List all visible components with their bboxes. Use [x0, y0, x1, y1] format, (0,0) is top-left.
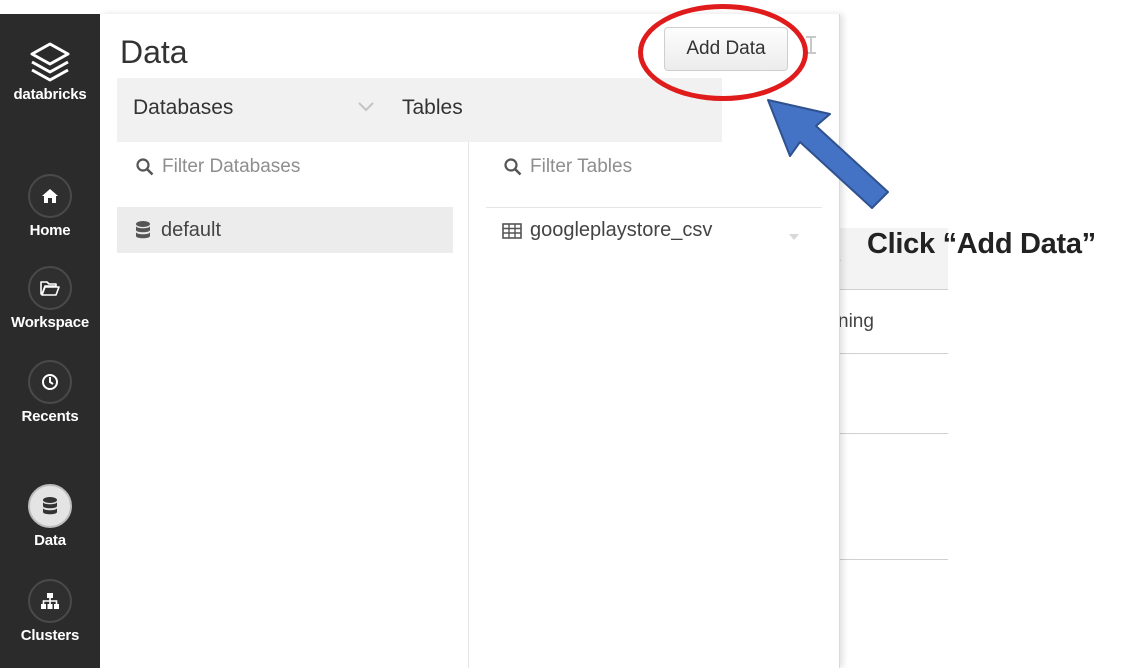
database-item-default[interactable]: default	[117, 207, 453, 253]
sidebar-item-label: Data	[34, 532, 66, 549]
database-icon	[28, 484, 72, 528]
folder-open-icon	[28, 266, 72, 310]
sidebar-item-label: Home	[29, 222, 71, 239]
sitemap-icon	[28, 579, 72, 623]
tables-header: Tables	[386, 78, 722, 142]
sidebar: databricks Home Workspace Recents Data C…	[0, 14, 100, 668]
sidebar-item-clusters[interactable]: Clusters	[0, 579, 100, 644]
sidebar-item-recents[interactable]: Recents	[0, 360, 100, 425]
caret-down-icon[interactable]	[788, 224, 808, 247]
background-row-divider	[840, 559, 948, 560]
table-name: googleplaystore_csv	[530, 219, 713, 241]
page-title: Data	[120, 34, 188, 70]
table-icon	[502, 222, 522, 239]
annotation-arrow-icon	[767, 99, 889, 209]
database-name: default	[161, 218, 222, 241]
background-row-divider	[840, 353, 948, 354]
annotation-text: Click “Add Data”	[867, 228, 1096, 260]
add-data-button[interactable]: Add Data	[664, 27, 788, 71]
tables-title: Tables	[402, 96, 463, 119]
filter-databases[interactable]	[136, 156, 362, 178]
sidebar-item-label: Workspace	[11, 314, 89, 331]
sidebar-item-label: Recents	[21, 408, 79, 425]
databricks-logo[interactable]: databricks	[0, 42, 100, 103]
column-divider	[468, 92, 469, 668]
clock-icon	[28, 360, 72, 404]
sidebar-item-workspace[interactable]: Workspace	[0, 266, 100, 331]
background-row-divider	[840, 433, 948, 434]
close-icon[interactable]	[805, 36, 819, 56]
databricks-logo-icon	[30, 42, 70, 82]
sidebar-item-data[interactable]: Data	[0, 484, 100, 549]
filter-tables-input[interactable]	[530, 156, 730, 178]
databases-title: Databases	[133, 96, 234, 119]
background-cell-text: ning	[838, 311, 874, 332]
filter-tables[interactable]	[504, 156, 730, 178]
sidebar-item-home[interactable]: Home	[0, 174, 100, 239]
filter-databases-input[interactable]	[162, 156, 362, 178]
logo-text: databricks	[13, 86, 87, 103]
chevron-down-icon[interactable]	[357, 100, 375, 118]
search-icon	[136, 158, 154, 176]
home-icon	[28, 174, 72, 218]
database-icon	[136, 221, 150, 239]
sidebar-item-label: Clusters	[20, 627, 80, 644]
search-icon	[504, 158, 522, 176]
